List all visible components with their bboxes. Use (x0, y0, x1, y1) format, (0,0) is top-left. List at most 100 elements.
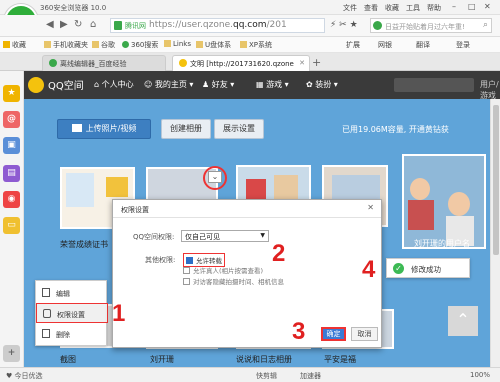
sidebar-add-icon[interactable]: + (3, 345, 20, 362)
create-album-button[interactable]: 创建相册 (161, 119, 211, 139)
status-item[interactable]: 加速器 (300, 371, 321, 381)
allow-real-person-checkbox[interactable]: 允许真人(相片按需查看) (183, 265, 263, 275)
step-number-1: 1 (112, 300, 126, 327)
status-left[interactable]: ♥ 今日优选 (6, 371, 43, 381)
sidebar-favorites-icon[interactable]: ★ (3, 85, 20, 102)
sidebar-app-icon[interactable]: ▤ (3, 165, 20, 182)
hide-camera-info-checkbox[interactable]: 对访客隐藏拍摄时间、相机信息 (183, 276, 284, 286)
vertical-scrollbar[interactable] (490, 99, 500, 367)
search-engine-icon[interactable] (373, 21, 382, 30)
sidebar-weibo-icon[interactable]: ◉ (3, 191, 20, 208)
album-caption: 平安是福 (324, 355, 356, 364)
menu-favorites[interactable]: 收藏 (385, 3, 399, 13)
album-caption: 截图 (60, 355, 76, 364)
search-icon[interactable]: ⌕ (483, 20, 488, 30)
user-area[interactable]: 用户/游戏 (480, 79, 500, 101)
menu-item-delete[interactable]: 删除 (36, 324, 108, 344)
tab-baidu-experience[interactable]: 离线编辑器_百度经验 (42, 55, 166, 71)
tab-favicon-icon (49, 59, 57, 67)
extensions-button[interactable]: 扩展 (346, 40, 360, 50)
home-icon[interactable]: ⌂ (90, 19, 96, 30)
bookmark-google[interactable]: 谷歌 (92, 40, 115, 50)
edit-icon (42, 288, 50, 297)
zoom-level[interactable]: 100% (470, 371, 490, 379)
menu-item-permission[interactable]: 权限设置 (36, 303, 108, 323)
login-button[interactable]: 登录 (456, 40, 470, 50)
upload-photos-button[interactable]: 上传照片/视频 (57, 119, 151, 139)
browser-titlebar: 360安全浏览器 10.0 文件 查看 收藏 工具 帮助 – □ ✕ (0, 0, 500, 15)
tab-qzone[interactable]: 文明 [http://201731620.qzone ✕ (172, 55, 310, 71)
bookmark-xp[interactable]: XP系统 (240, 40, 272, 50)
display-settings-button[interactable]: 展示设置 (214, 119, 264, 139)
scrollbar-thumb[interactable] (493, 105, 499, 255)
qzone-logo-icon (28, 77, 44, 93)
dialog-divider (113, 217, 381, 218)
album-caption: 说说和日志相册 (236, 355, 292, 364)
menu-view[interactable]: 查看 (364, 3, 378, 13)
search-box[interactable]: 日益开始贴着月过六年重! ⌕ (370, 18, 492, 33)
album-menu-arrow-icon[interactable]: ⌄ (208, 171, 222, 183)
menu-tools[interactable]: 工具 (406, 3, 420, 13)
minimize-icon[interactable]: – (452, 2, 456, 11)
secure-label: 腾讯网 (125, 22, 146, 30)
dialog-title: 权限设置 (121, 206, 149, 214)
sidebar-email-icon[interactable]: @ (3, 111, 20, 128)
toast-text: 修改成功 (411, 265, 441, 274)
capacity-text: 已用19.06M容量, 开通黄钻获 (342, 125, 449, 134)
close-tab-icon[interactable]: ✕ (299, 59, 305, 67)
album-user[interactable] (402, 154, 486, 249)
dialog-close-icon[interactable]: ✕ (367, 203, 374, 212)
menu-file[interactable]: 文件 (343, 3, 357, 13)
nav-games[interactable]: ▦ 游戏 ▾ (256, 79, 289, 90)
nav-my-homepage[interactable]: ☺ 我的主页 ▾ (144, 79, 193, 90)
bookmark-favorites[interactable]: 收藏 (3, 40, 26, 50)
album-caption: 刘开珊的用户名 (414, 239, 470, 248)
url-text: https://user.qzone.qq.com/201 (149, 20, 287, 30)
maximize-icon[interactable]: □ (468, 2, 476, 11)
permission-dialog: 权限设置 ✕ QQ空间权限: 仅自己可见 ▼ 其他权限: 允许转载 允许真人(相片… (112, 199, 382, 348)
cancel-button[interactable]: 取消 (351, 327, 378, 341)
forward-icon[interactable]: ▶ (60, 19, 68, 30)
trash-icon (42, 329, 50, 338)
refresh-icon[interactable]: ↻ (74, 19, 82, 30)
ok-button[interactable]: 确定 (321, 327, 346, 341)
address-bar[interactable]: 腾讯网 https://user.qzone.qq.com/201 (110, 18, 325, 33)
qzone-title[interactable]: QQ空间 (48, 77, 84, 92)
menu-help[interactable]: 帮助 (427, 3, 441, 13)
success-toast: ✓ 修改成功 (386, 258, 470, 278)
left-sidebar: ★ @ ▣ ▤ ◉ ▭ + (0, 71, 24, 367)
qzone-search-field[interactable] (394, 78, 474, 92)
nav-friends[interactable]: ♟ 好友 ▾ (202, 79, 234, 90)
lock-icon (114, 21, 122, 30)
close-window-icon[interactable]: ✕ (484, 2, 491, 11)
new-tab-icon[interactable]: + (312, 56, 321, 69)
menu-item-edit[interactable]: 编辑 (36, 283, 108, 303)
tab-bar: 离线编辑器_百度经验 文明 [http://201731620.qzone ✕ … (0, 53, 500, 71)
nav-decorate[interactable]: ✿ 装扮 ▾ (306, 79, 338, 90)
status-bar: ♥ 今日优选 快剪辑 加速器 100% (0, 367, 500, 382)
nav-personal-center[interactable]: ⌂ 个人中心 (94, 79, 134, 90)
bookmark-udisk[interactable]: U盘体系 (196, 40, 231, 50)
bookmark-mobile[interactable]: 手机收藏夹 (44, 40, 88, 50)
back-icon[interactable]: ◀ (46, 19, 54, 30)
album-caption: 刘开珊 (150, 355, 174, 364)
other-permission-label: 其他权限: (145, 256, 176, 264)
bookmark-360search[interactable]: 360搜索 (122, 40, 158, 50)
scroll-top-icon[interactable]: ⌃ (448, 306, 478, 336)
netbank-button[interactable]: 网银 (378, 40, 392, 50)
star-icon[interactable]: ⚡ ✂ ★ (330, 20, 358, 30)
navigation-bar: ◀ ▶ ↻ ⌂ 腾讯网 https://user.qzone.qq.com/20… (0, 15, 500, 37)
album-context-menu: 编辑 权限设置 删除 (35, 280, 108, 346)
qq-permission-label: QQ空间权限: (133, 233, 175, 241)
qzone-favicon-icon (179, 59, 187, 67)
bookmarks-bar: 收藏 手机收藏夹 谷歌 360搜索 Links U盘体系 XP系统 扩展 网银 … (0, 37, 500, 53)
bookmark-links[interactable]: Links (164, 40, 191, 48)
status-item[interactable]: 快剪辑 (256, 371, 277, 381)
translate-button[interactable]: 翻译 (416, 40, 430, 50)
qzone-header: QQ空间 ⌂ 个人中心 ☺ 我的主页 ▾ ♟ 好友 ▾ ▦ 游戏 ▾ ✿ 装扮 … (24, 71, 500, 101)
qq-permission-select[interactable]: 仅自己可见 ▼ (181, 230, 269, 242)
sidebar-notes-icon[interactable]: ▭ (3, 217, 20, 234)
search-placeholder: 日益开始贴着月过六年重! (385, 23, 465, 31)
step-number-4: 4 (362, 256, 376, 283)
sidebar-game-icon[interactable]: ▣ (3, 137, 20, 154)
